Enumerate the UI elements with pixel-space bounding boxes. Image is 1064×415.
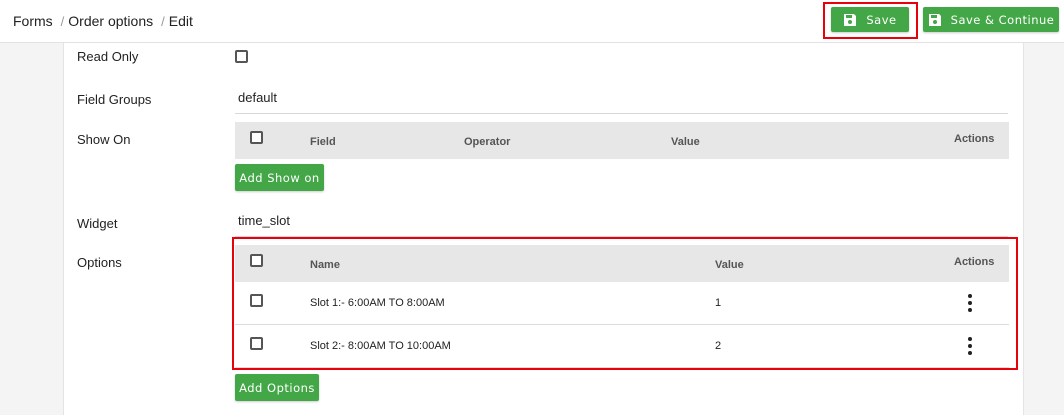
read-only-checkbox[interactable] (235, 50, 248, 63)
save-and-continue-button[interactable]: Save & Continue (923, 7, 1059, 32)
breadcrumb-item-order-options[interactable]: Order options (68, 13, 153, 29)
options-highlight-box (232, 237, 1018, 370)
options-label: Options (77, 255, 122, 270)
breadcrumb-separator: / (60, 13, 65, 29)
show-on-column-value: Value (671, 136, 700, 148)
add-options-button[interactable]: Add Options (235, 374, 319, 401)
show-on-column-actions: Actions (954, 133, 995, 145)
breadcrumb: Forms / Order options / Edit (13, 13, 193, 29)
breadcrumb-item-forms[interactable]: Forms (13, 13, 53, 29)
show-on-column-operator: Operator (464, 136, 511, 148)
show-on-column-field: Field (310, 136, 336, 148)
save-and-continue-label: Save & Continue (950, 12, 1055, 27)
widget-label: Widget (77, 216, 118, 231)
read-only-label: Read Only (77, 49, 139, 64)
add-show-on-button[interactable]: Add Show on (235, 164, 324, 191)
show-on-table-header: Field Operator Value Actions (235, 122, 1009, 159)
show-on-label: Show On (77, 132, 131, 147)
widget-input[interactable]: time_slot (235, 213, 1008, 237)
breadcrumb-separator: / (161, 13, 165, 29)
field-groups-label: Field Groups (77, 92, 152, 107)
save-highlight-box (823, 2, 918, 39)
field-groups-input[interactable]: default (235, 90, 1008, 114)
floppy-disk-icon (928, 13, 942, 27)
show-on-select-all-checkbox[interactable] (250, 131, 263, 144)
breadcrumb-item-edit: Edit (168, 13, 193, 29)
